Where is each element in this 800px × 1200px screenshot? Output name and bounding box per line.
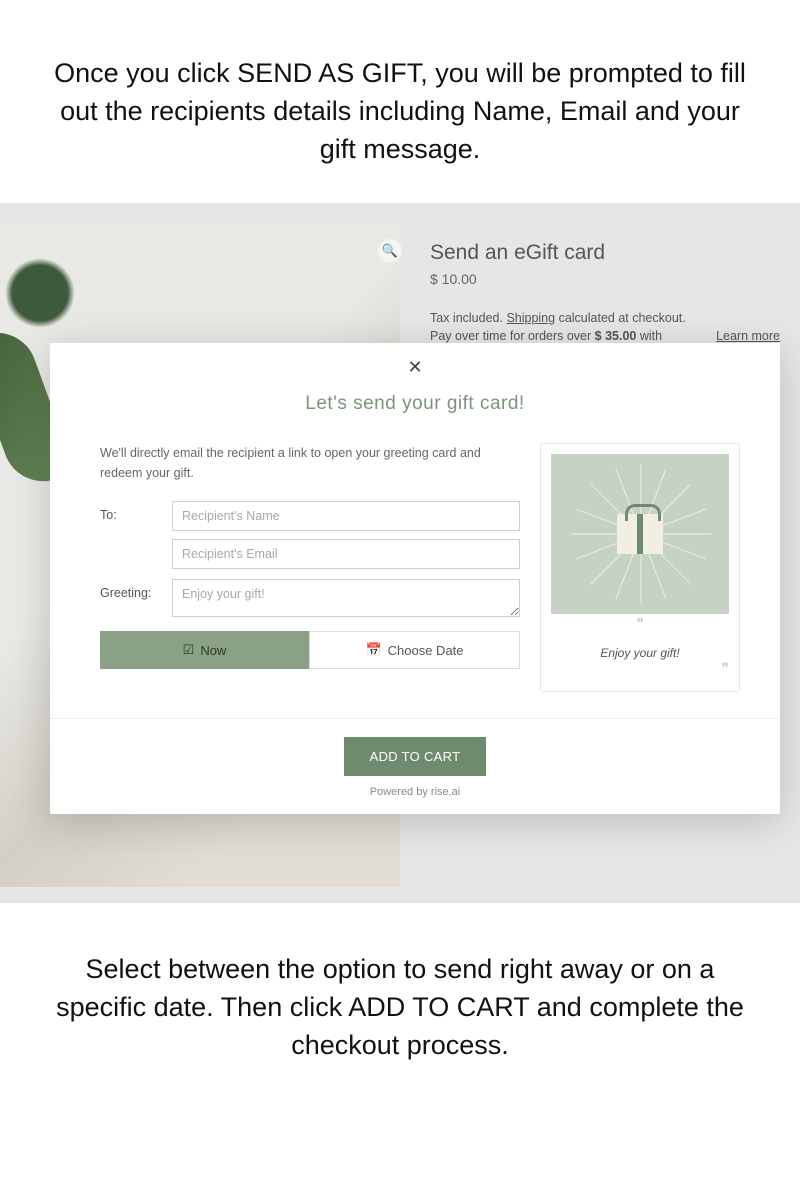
preview-caption: Enjoy your gift! [551, 646, 729, 660]
greeting-label: Greeting: [100, 579, 160, 600]
product-price: $ 10.00 [430, 271, 780, 287]
preview-caption-row: ❝ Enjoy your gift! ❞ [551, 614, 729, 660]
calendar-check-icon: ☑ [183, 642, 195, 658]
gift-box-icon [617, 514, 663, 554]
shipping-link[interactable]: Shipping [506, 311, 555, 325]
recipient-name-input[interactable] [172, 501, 520, 531]
choose-date-button[interactable]: 📅 Choose Date [309, 631, 520, 669]
greeting-textarea[interactable] [172, 579, 520, 617]
gift-preview-card: ❝ Enjoy your gift! ❞ [540, 443, 740, 692]
tax-prefix: Tax included. [430, 311, 506, 325]
greeting-row: Greeting: [100, 579, 520, 617]
pay-threshold: $ 35.00 [595, 329, 637, 343]
instruction-bottom: Select between the option to send right … [0, 903, 800, 1064]
choose-date-label: Choose Date [388, 643, 464, 658]
form-column: We'll directly email the recipient a lin… [100, 443, 520, 692]
screenshot-area: 🔍 Send an eGift card $ 10.00 Tax include… [0, 203, 800, 903]
pay-mid: with [636, 329, 662, 343]
to-row: To: [100, 501, 520, 569]
tax-suffix: calculated at checkout. [555, 311, 686, 325]
powered-brand[interactable]: rise.ai [431, 786, 460, 798]
pay-over-time-note: Pay over time for orders over $ 35.00 wi… [430, 329, 780, 343]
powered-by: Powered by rise.ai [50, 786, 780, 804]
add-to-cart-button[interactable]: ADD TO CART [344, 737, 487, 776]
powered-prefix: Powered by [370, 786, 431, 798]
quote-open-icon: ❝ [636, 614, 644, 630]
send-now-button[interactable]: ☑ Now [100, 631, 309, 669]
modal-title: Let's send your gift card! [50, 393, 780, 415]
gift-preview-image [551, 454, 729, 614]
learn-more-link[interactable]: Learn more [716, 329, 780, 343]
quote-close-icon: ❞ [721, 660, 729, 677]
schedule-button-row: ☑ Now 📅 Choose Date [100, 631, 520, 669]
modal-divider [50, 718, 780, 719]
recipient-email-input[interactable] [172, 539, 520, 569]
modal-body: We'll directly email the recipient a lin… [50, 443, 780, 718]
gift-card-modal: ✕ Let's send your gift card! We'll direc… [50, 343, 780, 814]
modal-intro-text: We'll directly email the recipient a lin… [100, 443, 520, 483]
close-icon[interactable]: ✕ [407, 357, 422, 378]
to-label: To: [100, 501, 160, 522]
tax-shipping-note: Tax included. Shipping calculated at che… [430, 311, 780, 325]
calendar-icon: 📅 [365, 642, 381, 658]
pay-prefix: Pay over time for orders over [430, 329, 595, 343]
product-title: Send an eGift card [430, 241, 780, 265]
now-label: Now [200, 643, 226, 658]
instruction-top: Once you click SEND AS GIFT, you will be… [0, 0, 800, 203]
